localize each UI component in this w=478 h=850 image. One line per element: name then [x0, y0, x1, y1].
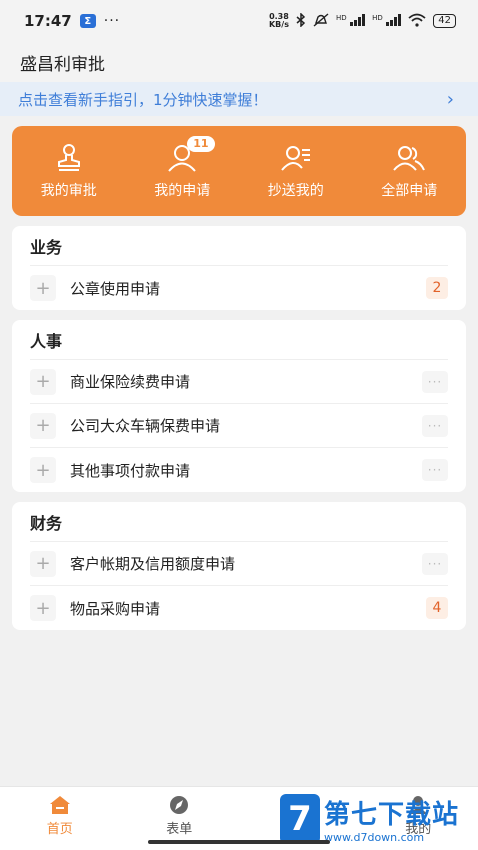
quick-my-approvals[interactable]: 我的审批: [14, 142, 124, 200]
net-speed: 0.38 KB/s: [268, 12, 289, 29]
quick-all-applications[interactable]: 全部申请: [354, 142, 464, 200]
section-title: 业务: [30, 226, 448, 266]
list-item[interactable]: + 物品采购申请 4: [30, 586, 448, 630]
watermark-logo: 7: [280, 794, 320, 844]
section-title: 财务: [30, 502, 448, 542]
chevron-right-icon: ›: [446, 88, 454, 110]
plus-icon: +: [30, 412, 56, 439]
plus-icon: +: [30, 457, 56, 483]
item-label: 客户帐期及信用额度申请: [70, 555, 236, 573]
list-item[interactable]: + 商业保险续费申请 ···: [30, 360, 448, 404]
tab-forms[interactable]: 表单: [134, 795, 224, 837]
signal-icon-1: HD: [336, 13, 366, 29]
unread-badge: 11: [187, 136, 215, 152]
plus-icon: +: [30, 275, 56, 301]
item-label: 商业保险续费申请: [70, 373, 191, 391]
mute-icon: [313, 12, 329, 30]
app-title-bar: 盛昌利审批: [0, 42, 478, 82]
plus-icon: +: [30, 368, 56, 395]
watermark-title: 第七下载站: [324, 800, 460, 830]
app-notification-icon: Σ: [79, 14, 96, 28]
page-title: 盛昌利审批: [20, 54, 105, 75]
home-indicator[interactable]: [148, 840, 330, 844]
person-list-icon: [280, 146, 310, 171]
signal-icon-2: HD: [372, 13, 402, 29]
more-icon[interactable]: ···: [422, 459, 448, 481]
section-finance: 财务 + 客户帐期及信用额度申请 ··· + 物品采购申请 4: [12, 502, 466, 630]
watermark-url: www.d7down.com: [324, 831, 425, 844]
count-badge: 4: [426, 597, 448, 619]
bluetooth-icon: [296, 11, 306, 30]
section-title: 人事: [30, 320, 448, 360]
list-item[interactable]: + 公司大众车辆保费申请 ···: [30, 404, 448, 448]
section-business: 业务 + 公章使用申请 2: [12, 226, 466, 310]
quick-label: 我的审批: [40, 183, 97, 199]
guide-text: 点击查看新手指引，1分钟快速掌握！: [18, 90, 268, 109]
quick-actions-card: 我的审批 11 我的申请 抄送我的 全部申请: [12, 126, 466, 216]
quick-label: 抄送我的: [267, 183, 324, 199]
more-notifications-icon: ···: [103, 13, 121, 29]
count-badge: 2: [426, 277, 448, 299]
home-icon: [49, 796, 70, 814]
item-label: 公章使用申请: [70, 279, 161, 298]
guide-banner[interactable]: 点击查看新手指引，1分钟快速掌握！ ›: [0, 82, 478, 116]
status-time: 17:47: [24, 12, 72, 30]
item-label: 其他事项付款申请: [70, 461, 191, 480]
compass-icon: [170, 796, 189, 814]
list-item[interactable]: + 公章使用申请 2: [30, 266, 448, 310]
wifi-icon: [408, 13, 426, 30]
tab-label: 首页: [46, 822, 73, 837]
quick-label: 全部申请: [381, 183, 438, 199]
section-hr: 人事 + 商业保险续费申请 ··· + 公司大众车辆保费申请 ··· + 其他事…: [12, 320, 466, 492]
tab-home[interactable]: 首页: [15, 795, 105, 837]
status-bar: 17:47 Σ ··· 0.38 KB/s HD HD 42: [0, 0, 478, 42]
battery-icon: 42: [433, 14, 456, 28]
quick-label: 我的申请: [154, 183, 211, 199]
group-icon: [393, 146, 426, 171]
quick-cc-to-me[interactable]: 抄送我的: [241, 142, 351, 200]
more-icon[interactable]: ···: [422, 552, 448, 575]
more-icon[interactable]: ···: [422, 370, 448, 393]
plus-icon: +: [30, 595, 56, 621]
item-label: 公司大众车辆保费申请: [70, 417, 221, 435]
plus-icon: +: [30, 550, 56, 577]
tab-label: 表单: [166, 822, 193, 837]
stamp-icon: [57, 144, 80, 171]
more-icon[interactable]: ···: [422, 414, 448, 437]
list-item[interactable]: + 其他事项付款申请 ···: [30, 448, 448, 492]
item-label: 物品采购申请: [70, 599, 161, 618]
quick-my-applications[interactable]: 11 我的申请: [127, 136, 237, 200]
list-item[interactable]: + 客户帐期及信用额度申请 ···: [30, 542, 448, 586]
